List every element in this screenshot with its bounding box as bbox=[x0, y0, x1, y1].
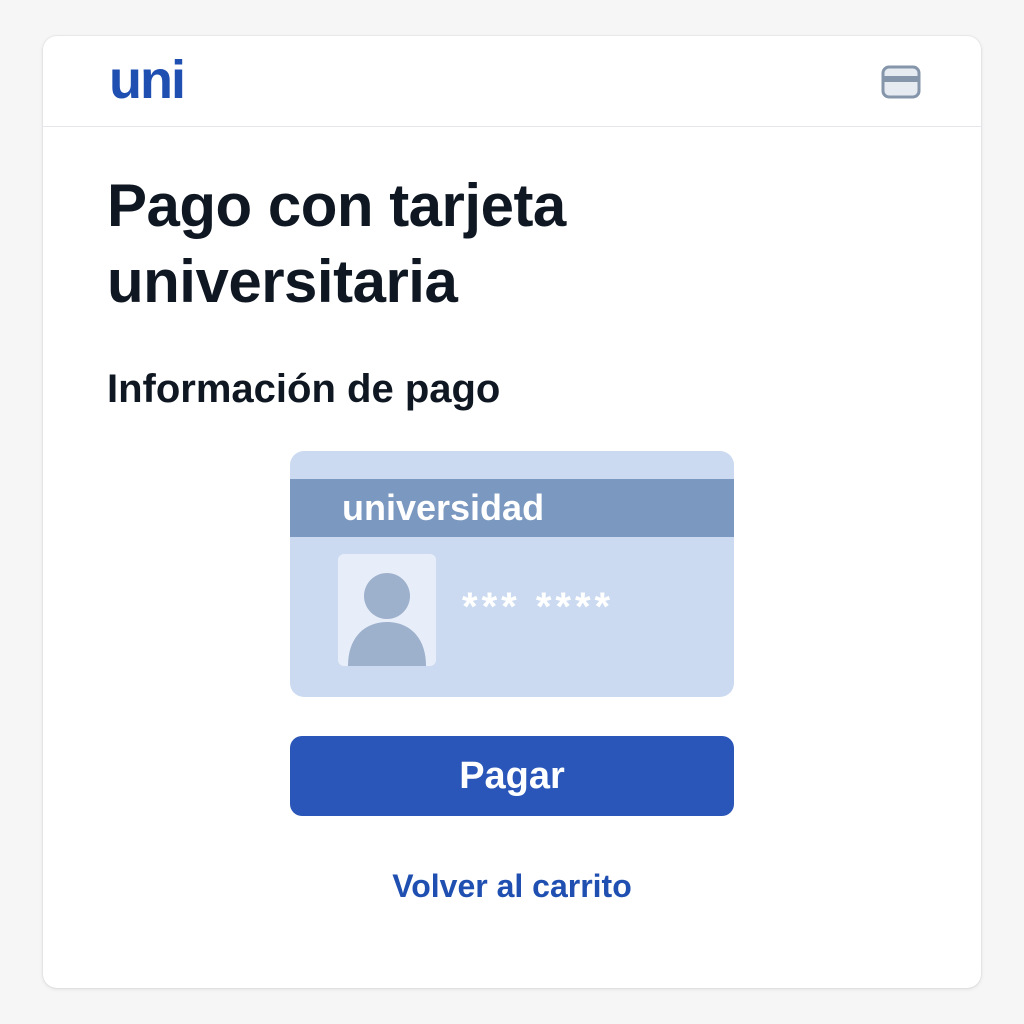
credit-card-icon[interactable] bbox=[879, 62, 923, 102]
uni-logo[interactable]: uni bbox=[109, 50, 186, 110]
payment-panel: uni Pago con tarjeta universitaria Infor… bbox=[43, 36, 981, 988]
card-band: universidad bbox=[290, 479, 734, 537]
user-silhouette-icon bbox=[338, 554, 436, 666]
card-university-label: universidad bbox=[342, 487, 545, 528]
page-title: Pago con tarjeta universitaria bbox=[107, 172, 566, 315]
pay-button[interactable]: Pagar bbox=[290, 736, 734, 816]
payment-info-heading: Información de pago bbox=[107, 367, 501, 411]
app-header: uni bbox=[43, 36, 981, 127]
masked-card-number: *** **** bbox=[462, 585, 615, 629]
back-to-cart-link[interactable]: Volver al carrito bbox=[290, 864, 734, 908]
university-card-preview: universidad *** **** bbox=[290, 451, 734, 697]
credit-card-icon-graphic bbox=[881, 65, 921, 99]
user-silhouette-graphic bbox=[348, 573, 426, 666]
